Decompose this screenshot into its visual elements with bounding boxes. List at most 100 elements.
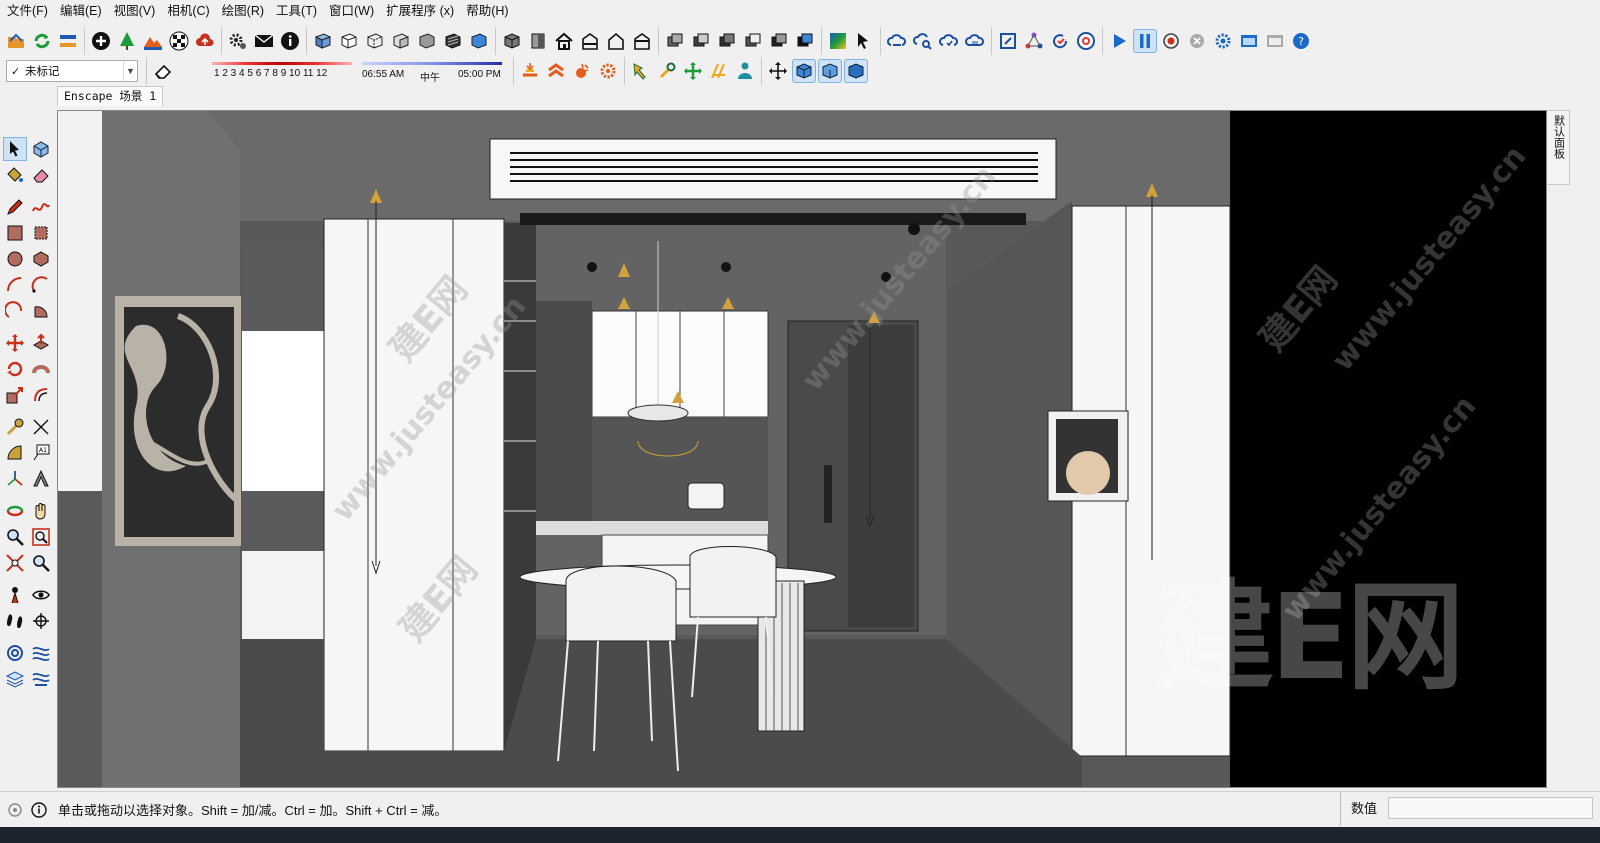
paint-bucket-icon[interactable] xyxy=(4,164,26,186)
select-cursor-icon[interactable] xyxy=(853,30,875,52)
look-around-icon[interactable] xyxy=(30,584,52,606)
cloud-upload-icon[interactable] xyxy=(194,30,216,52)
shadow-slider[interactable]: 1 2 3 4 5 6 7 8 9 10 11 12 06:55 AM 中午 0… xyxy=(180,58,510,84)
arc-icon[interactable] xyxy=(4,274,26,296)
scene-tab-1[interactable]: Enscape 场景 1 xyxy=(57,86,164,106)
pie-icon[interactable] xyxy=(30,300,52,322)
section-plane-icon[interactable] xyxy=(30,610,52,632)
network-icon[interactable] xyxy=(1023,30,1045,52)
arc-3-icon[interactable] xyxy=(4,300,26,322)
freehand-icon[interactable] xyxy=(30,196,52,218)
sun-red-icon[interactable] xyxy=(545,60,567,82)
eraser-icon[interactable] xyxy=(152,60,174,82)
cube-blue-3-icon[interactable] xyxy=(844,59,868,83)
walk-icon[interactable] xyxy=(4,610,26,632)
rectangle-icon[interactable] xyxy=(4,222,26,244)
menu-help[interactable]: 帮助(H) xyxy=(463,0,517,22)
layer-stack-5-icon[interactable] xyxy=(768,30,790,52)
axes-icon[interactable] xyxy=(4,468,26,490)
month-slider-track[interactable] xyxy=(212,62,352,65)
component-icon[interactable] xyxy=(30,138,52,160)
polygon-icon[interactable] xyxy=(30,248,52,270)
layer-stack-4-icon[interactable] xyxy=(742,30,764,52)
checker-icon[interactable] xyxy=(168,30,190,52)
menu-extensions[interactable]: 扩展程序 (x) xyxy=(383,0,463,22)
layer-stack-6-icon[interactable] xyxy=(794,30,816,52)
time-slider-track[interactable] xyxy=(362,62,502,65)
ruler-icon[interactable] xyxy=(708,60,730,82)
scale-icon[interactable] xyxy=(4,384,26,406)
rotated-rectangle-icon[interactable] xyxy=(30,222,52,244)
refresh-check-icon[interactable] xyxy=(1049,30,1071,52)
cube-blue-icon[interactable] xyxy=(792,59,816,83)
layer-stack-3-icon[interactable] xyxy=(716,30,738,52)
move-cross-icon[interactable] xyxy=(682,60,704,82)
pause-icon[interactable] xyxy=(1133,29,1157,53)
menu-view[interactable]: 视图(V) xyxy=(111,0,165,22)
eraser-tool-icon[interactable] xyxy=(30,164,52,186)
model-viewport[interactable]: www.justeasy.cn www.justeasy.cn www.just… xyxy=(57,110,1547,788)
offset-icon[interactable] xyxy=(30,384,52,406)
pin-icon[interactable] xyxy=(630,60,652,82)
cube-blue-2-icon[interactable] xyxy=(818,59,842,83)
push-pull-icon[interactable] xyxy=(30,332,52,354)
tree-icon[interactable] xyxy=(116,30,138,52)
layers-icon[interactable] xyxy=(4,668,26,690)
play-icon[interactable] xyxy=(1108,30,1130,52)
window-icon[interactable] xyxy=(1238,30,1260,52)
sandbox-2-icon[interactable] xyxy=(30,642,52,664)
menu-window[interactable]: 窗口(W) xyxy=(326,0,383,22)
home-front-icon[interactable] xyxy=(579,30,601,52)
settings-icon[interactable] xyxy=(1212,30,1234,52)
orbit-icon[interactable] xyxy=(767,60,789,82)
home-back-icon[interactable] xyxy=(631,30,653,52)
geo-location-icon[interactable] xyxy=(6,801,24,819)
select-arrow-icon[interactable] xyxy=(3,137,27,161)
help-icon[interactable]: ? xyxy=(1290,30,1312,52)
move-icon[interactable] xyxy=(4,332,26,354)
rotate-icon[interactable] xyxy=(4,358,26,380)
box-cut-icon[interactable] xyxy=(364,30,386,52)
chrome-icon[interactable] xyxy=(1075,30,1097,52)
zoom-extents-icon[interactable] xyxy=(4,552,26,574)
record-icon[interactable] xyxy=(1160,30,1182,52)
color-palette-icon[interactable] xyxy=(827,30,849,52)
home-outline-icon[interactable] xyxy=(605,30,627,52)
3d-text-icon[interactable] xyxy=(30,468,52,490)
sun-orange-icon[interactable] xyxy=(519,60,541,82)
cube-front-icon[interactable] xyxy=(501,30,523,52)
default-tray-tab[interactable]: 默认面板 xyxy=(1548,110,1570,185)
window-gray-icon[interactable] xyxy=(1264,30,1286,52)
cube-side-icon[interactable] xyxy=(527,30,549,52)
tape-measure-icon[interactable] xyxy=(4,416,26,438)
arc-2-icon[interactable] xyxy=(30,274,52,296)
circle-icon[interactable] xyxy=(4,248,26,270)
position-camera-icon[interactable] xyxy=(4,584,26,606)
menu-edit[interactable]: 编辑(E) xyxy=(57,0,111,22)
cloud-link-icon[interactable] xyxy=(886,30,908,52)
previous-view-icon[interactable] xyxy=(30,552,52,574)
mail-icon[interactable] xyxy=(253,30,275,52)
sandbox-icon[interactable] xyxy=(4,642,26,664)
info-circle-icon[interactable] xyxy=(30,801,48,819)
wrench-icon[interactable] xyxy=(656,60,678,82)
cloud-search-icon[interactable] xyxy=(912,30,934,52)
person-icon[interactable] xyxy=(734,60,756,82)
box-outline-icon[interactable] xyxy=(338,30,360,52)
gear-icon[interactable] xyxy=(227,30,249,52)
menu-tools[interactable]: 工具(T) xyxy=(273,0,326,22)
zoom-window-icon[interactable] xyxy=(30,526,52,548)
reload-icon[interactable] xyxy=(31,30,53,52)
box-flat-icon[interactable] xyxy=(416,30,438,52)
text-icon[interactable]: A1 xyxy=(30,442,52,464)
orbit-tool-icon[interactable] xyxy=(4,500,26,522)
follow-me-icon[interactable] xyxy=(30,358,52,380)
pan-icon[interactable] xyxy=(30,500,52,522)
pencil-icon[interactable] xyxy=(4,196,26,218)
chevron-down-icon[interactable]: ▼ xyxy=(123,61,137,81)
menu-camera[interactable]: 相机(C) xyxy=(164,0,218,22)
home-icon[interactable] xyxy=(553,30,575,52)
sandbox-3-icon[interactable] xyxy=(30,668,52,690)
box-blue-icon[interactable] xyxy=(468,30,490,52)
menu-draw[interactable]: 绘图(R) xyxy=(219,0,273,22)
